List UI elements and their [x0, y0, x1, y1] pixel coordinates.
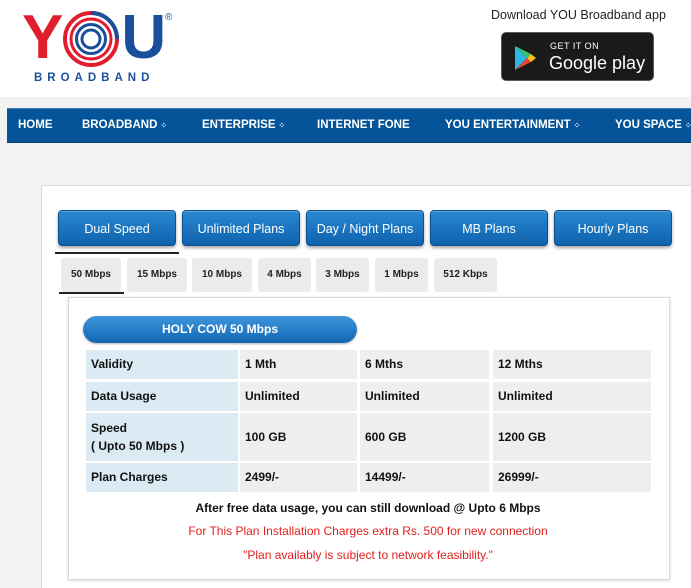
category-hourly-plans-button[interactable]: Hourly Plans: [554, 210, 672, 246]
table-cell: 100 GB: [240, 413, 357, 461]
google-play-big-label: Google play: [549, 53, 646, 73]
selected-category-indicator: [55, 252, 179, 254]
nav-enterprise-label: ENTERPRISE: [202, 119, 276, 131]
feasibility-note: "Plan availably is subject to network fe…: [243, 548, 493, 562]
row-label-speed: Speed ( Upto 50 Mbps ): [86, 413, 238, 461]
table-cell: 26999/-: [493, 463, 651, 492]
free-usage-note: After free data usage, you can still dow…: [195, 501, 541, 515]
category-dual-speed-button[interactable]: Dual Speed: [58, 210, 176, 246]
nav-you-entertainment[interactable]: YOU ENTERTAINMENT ⁘: [445, 119, 581, 131]
row-label-validity: Validity: [86, 350, 238, 379]
dropdown-dots-icon: ⁘: [278, 121, 286, 130]
app-download-text: Download YOU Broadband app: [491, 8, 666, 22]
nav-you-space-label: YOU SPACE: [615, 119, 682, 131]
nav-home-label: HOME: [18, 119, 53, 131]
main-nav: HOME BROADBAND ⁘ ENTERPRISE ⁘ INTERNET FON…: [7, 108, 691, 143]
table-cell: 12 Mths: [493, 350, 651, 379]
category-day-night-plans-button[interactable]: Day / Night Plans: [306, 210, 424, 246]
logo-wordmark: Y U: [22, 3, 166, 72]
nav-broadband-label: BROADBAND: [82, 119, 158, 131]
you-logo-o-icon: [63, 11, 120, 67]
header: Y U ® BROADBAND Download YOU Broadband a…: [0, 0, 691, 97]
selected-speed-indicator: [59, 292, 124, 294]
logo-letter-y: Y: [22, 3, 63, 72]
plan-title: HOLY COW 50 Mbps: [83, 316, 357, 343]
dropdown-dots-icon: ⁘: [573, 121, 581, 130]
table-cell: 1 Mth: [240, 350, 357, 379]
logo-registered-mark: ®: [165, 12, 173, 23]
nav-enterprise[interactable]: ENTERPRISE ⁘: [202, 119, 286, 131]
table-cell: Unlimited: [240, 382, 357, 411]
dropdown-dots-icon: ⁘: [160, 121, 167, 130]
nav-you-space[interactable]: YOU SPACE ⁘: [615, 119, 691, 131]
speed-tab-4mbps[interactable]: 4 Mbps: [258, 258, 311, 292]
table-cell: Unlimited: [493, 382, 651, 411]
table-cell: 2499/-: [240, 463, 357, 492]
you-broadband-logo[interactable]: Y U ® BROADBAND: [22, 3, 182, 90]
speed-tab-1mbps[interactable]: 1 Mbps: [375, 258, 428, 292]
nav-you-entertainment-label: YOU ENTERTAINMENT: [445, 119, 571, 131]
logo-subtitle: BROADBAND: [34, 72, 155, 84]
speed-tab-3mbps[interactable]: 3 Mbps: [316, 258, 369, 292]
row-label-speed-line2: ( Upto 50 Mbps ): [91, 439, 185, 453]
category-unlimited-plans-button[interactable]: Unlimited Plans: [182, 210, 300, 246]
speed-tab-15mbps[interactable]: 15 Mbps: [127, 258, 187, 292]
category-mb-plans-button[interactable]: MB Plans: [430, 210, 548, 246]
speed-tab-10mbps[interactable]: 10 Mbps: [192, 258, 252, 292]
row-label-speed-line1: Speed: [91, 421, 128, 435]
logo-letter-u: U: [121, 3, 166, 72]
table-cell: Unlimited: [360, 382, 489, 411]
nav-internet-fone-label: INTERNET FONE: [317, 119, 410, 131]
row-label-data-usage: Data Usage: [86, 382, 238, 411]
table-cell: 6 Mths: [360, 350, 489, 379]
table-cell: 600 GB: [360, 413, 489, 461]
nav-internet-fone[interactable]: INTERNET FONE: [317, 119, 410, 131]
nav-broadband[interactable]: BROADBAND ⁘: [82, 119, 167, 131]
table-cell: 1200 GB: [493, 413, 651, 461]
nav-home[interactable]: HOME: [18, 119, 53, 131]
table-cell: 14499/-: [360, 463, 489, 492]
google-play-button[interactable]: GET IT ON Google play: [501, 32, 654, 81]
installation-charges-note: For This Plan Installation Charges extra…: [188, 524, 548, 538]
dropdown-dots-icon: ⁘: [684, 121, 691, 130]
speed-tab-512kbps[interactable]: 512 Kbps: [434, 258, 497, 292]
google-play-icon: [515, 46, 536, 70]
google-play-small-label: GET IT ON: [550, 41, 600, 51]
speed-tab-50mbps[interactable]: 50 Mbps: [61, 258, 121, 292]
row-label-plan-charges: Plan Charges: [86, 463, 238, 492]
